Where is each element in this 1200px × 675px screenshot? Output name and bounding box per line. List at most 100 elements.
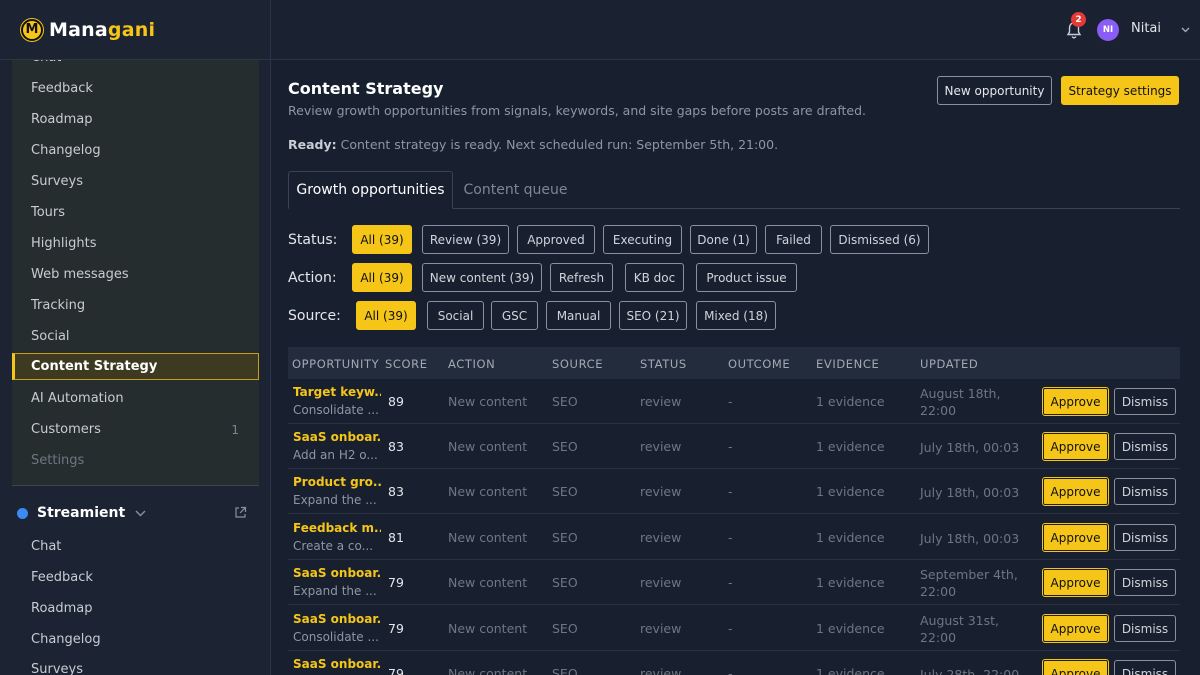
action-chip-kb-doc[interactable]: KB doc [625, 263, 684, 292]
opportunity-title[interactable]: Product gro... [293, 475, 381, 489]
opportunity-title[interactable]: SaaS onboar... [293, 430, 381, 444]
table-row[interactable]: Product gro... Expand the ... 83 New con… [288, 469, 1180, 514]
table-header: OPPORTUNITY SCORE ACTION SOURCE STATUS O… [288, 347, 1180, 379]
external-link-icon[interactable] [234, 506, 247, 519]
table-row[interactable]: SaaS onboar... Add an H2 o... 83 New con… [288, 424, 1180, 469]
approve-button[interactable]: Approve [1042, 568, 1109, 597]
col-evidence[interactable]: EVIDENCE [816, 357, 879, 371]
col-source[interactable]: SOURCE [552, 357, 603, 371]
action-chip-all[interactable]: All (39) [352, 263, 412, 292]
source-chip-mixed[interactable]: Mixed (18) [696, 301, 776, 330]
table-row[interactable]: SaaS onboar... Expand the ... 79 New con… [288, 560, 1180, 605]
strategy-settings-button[interactable]: Strategy settings [1061, 76, 1179, 105]
action-chip-product-issue[interactable]: Product issue [696, 263, 797, 292]
sidebar-item-label: Changelog [31, 143, 101, 158]
sidebar-item-feedback-2[interactable]: Feedback [12, 564, 259, 591]
table-row[interactable]: Target keyw... Consolidate ... 89 New co… [288, 379, 1180, 424]
opportunity-title[interactable]: Target keyw... [293, 385, 381, 399]
opportunity-title[interactable]: SaaS onboar... [293, 657, 381, 671]
evidence-cell: 1 evidence [816, 394, 885, 409]
sidebar-item-tours[interactable]: Tours [12, 199, 259, 226]
score-cell: 83 [388, 439, 404, 454]
sidebar-item-changelog-2[interactable]: Changelog [12, 626, 259, 653]
col-status[interactable]: STATUS [640, 357, 687, 371]
dismiss-button[interactable]: Dismiss [1114, 388, 1176, 415]
approve-button[interactable]: Approve [1042, 432, 1109, 461]
sidebar-item-label: Feedback [31, 570, 93, 585]
col-outcome[interactable]: OUTCOME [728, 357, 790, 371]
source-chip-social[interactable]: Social [427, 301, 484, 330]
action-chip-new-content[interactable]: New content (39) [422, 263, 542, 292]
status-chip-all[interactable]: All (39) [352, 225, 412, 254]
sidebar-item-settings[interactable]: Settings [12, 447, 259, 474]
updated-cell: August 18th, 22:00 [920, 385, 1038, 419]
workspace-switcher-streamient[interactable]: Streamient [12, 500, 259, 526]
col-action[interactable]: ACTION [448, 357, 495, 371]
opportunity-title[interactable]: SaaS onboar... [293, 566, 381, 580]
dismiss-button[interactable]: Dismiss [1114, 569, 1176, 596]
updated-line-1: August 18th, [920, 386, 1001, 401]
brand-name[interactable]: Managani [49, 19, 155, 41]
sidebar-item-feedback[interactable]: Feedback [12, 75, 259, 102]
outcome-cell: - [728, 530, 733, 545]
table-row[interactable]: SaaS onboar... 79 New content SEO review… [288, 651, 1180, 675]
page-subtitle: Review growth opportunities from signals… [288, 103, 867, 118]
tab-content-queue[interactable]: Content queue [453, 171, 578, 209]
dismiss-button[interactable]: Dismiss [1114, 660, 1176, 675]
opportunity-desc: Add an H2 o... [293, 448, 378, 462]
opportunity-title[interactable]: SaaS onboar... [293, 612, 381, 626]
sidebar-item-changelog[interactable]: Changelog [12, 137, 259, 164]
status-chip-review[interactable]: Review (39) [422, 225, 509, 254]
status-chip-approved[interactable]: Approved [517, 225, 595, 254]
table-row[interactable]: SaaS onboar... Consolidate ... 79 New co… [288, 606, 1180, 651]
sidebar-item-ai-automation[interactable]: AI Automation [12, 385, 259, 412]
updated-cell: July 18th, 00:03 [920, 530, 1038, 547]
source-chip-seo[interactable]: SEO (21) [619, 301, 687, 330]
updated-cell: July 18th, 00:03 [920, 484, 1038, 501]
col-opportunity[interactable]: OPPORTUNITY [292, 357, 379, 371]
opportunity-title[interactable]: Feedback m... [293, 521, 381, 535]
approve-button[interactable]: Approve [1042, 659, 1109, 675]
dismiss-button[interactable]: Dismiss [1114, 524, 1176, 551]
opportunity-desc: Create a co... [293, 539, 374, 553]
status-chip-failed[interactable]: Failed [765, 225, 822, 254]
sidebar-item-surveys[interactable]: Surveys [12, 168, 259, 195]
status-chip-dismissed[interactable]: Dismissed (6) [830, 225, 929, 254]
source-chip-manual[interactable]: Manual [546, 301, 611, 330]
sidebar-item-surveys-2[interactable]: Surveys [12, 656, 259, 675]
sidebar-item-chat-2[interactable]: Chat [12, 533, 259, 560]
sidebar-item-tracking[interactable]: Tracking [12, 292, 259, 319]
col-updated[interactable]: UPDATED [920, 357, 978, 371]
dismiss-button[interactable]: Dismiss [1114, 615, 1176, 642]
customers-count: 1 [231, 422, 239, 437]
action-chip-refresh[interactable]: Refresh [550, 263, 613, 292]
dismiss-button[interactable]: Dismiss [1114, 433, 1176, 460]
approve-button[interactable]: Approve [1042, 614, 1109, 643]
dismiss-button[interactable]: Dismiss [1114, 478, 1176, 505]
sidebar-item-customers[interactable]: Customers 1 [12, 416, 259, 443]
evidence-cell: 1 evidence [816, 575, 885, 590]
user-name[interactable]: Nitai [1131, 21, 1161, 36]
sidebar-item-highlights[interactable]: Highlights [12, 230, 259, 257]
approve-button[interactable]: Approve [1042, 387, 1109, 416]
chevron-down-icon[interactable] [1181, 27, 1190, 33]
avatar[interactable]: NI [1097, 19, 1119, 41]
status-chip-done[interactable]: Done (1) [690, 225, 757, 254]
sidebar-item-label: Social [31, 329, 70, 344]
sidebar-item-roadmap-2[interactable]: Roadmap [12, 595, 259, 622]
sidebar-item-social[interactable]: Social [12, 323, 259, 350]
source-chip-gsc[interactable]: GSC [491, 301, 538, 330]
status-chip-executing[interactable]: Executing [603, 225, 682, 254]
sidebar-item-roadmap[interactable]: Roadmap [12, 106, 259, 133]
col-score[interactable]: SCORE [385, 357, 428, 371]
approve-button[interactable]: Approve [1042, 477, 1109, 506]
sidebar-item-web-messages[interactable]: Web messages [12, 261, 259, 288]
table-row[interactable]: Feedback m... Create a co... 81 New cont… [288, 515, 1180, 560]
approve-button[interactable]: Approve [1042, 523, 1109, 552]
new-opportunity-button[interactable]: New opportunity [937, 76, 1052, 105]
sidebar-item-content-strategy[interactable]: Content Strategy [12, 353, 259, 380]
sidebar-item-label: Roadmap [31, 112, 93, 127]
source-chip-all[interactable]: All (39) [356, 301, 416, 330]
action-cell: New content [448, 439, 528, 454]
tab-growth-opportunities[interactable]: Growth opportunities [288, 171, 453, 209]
